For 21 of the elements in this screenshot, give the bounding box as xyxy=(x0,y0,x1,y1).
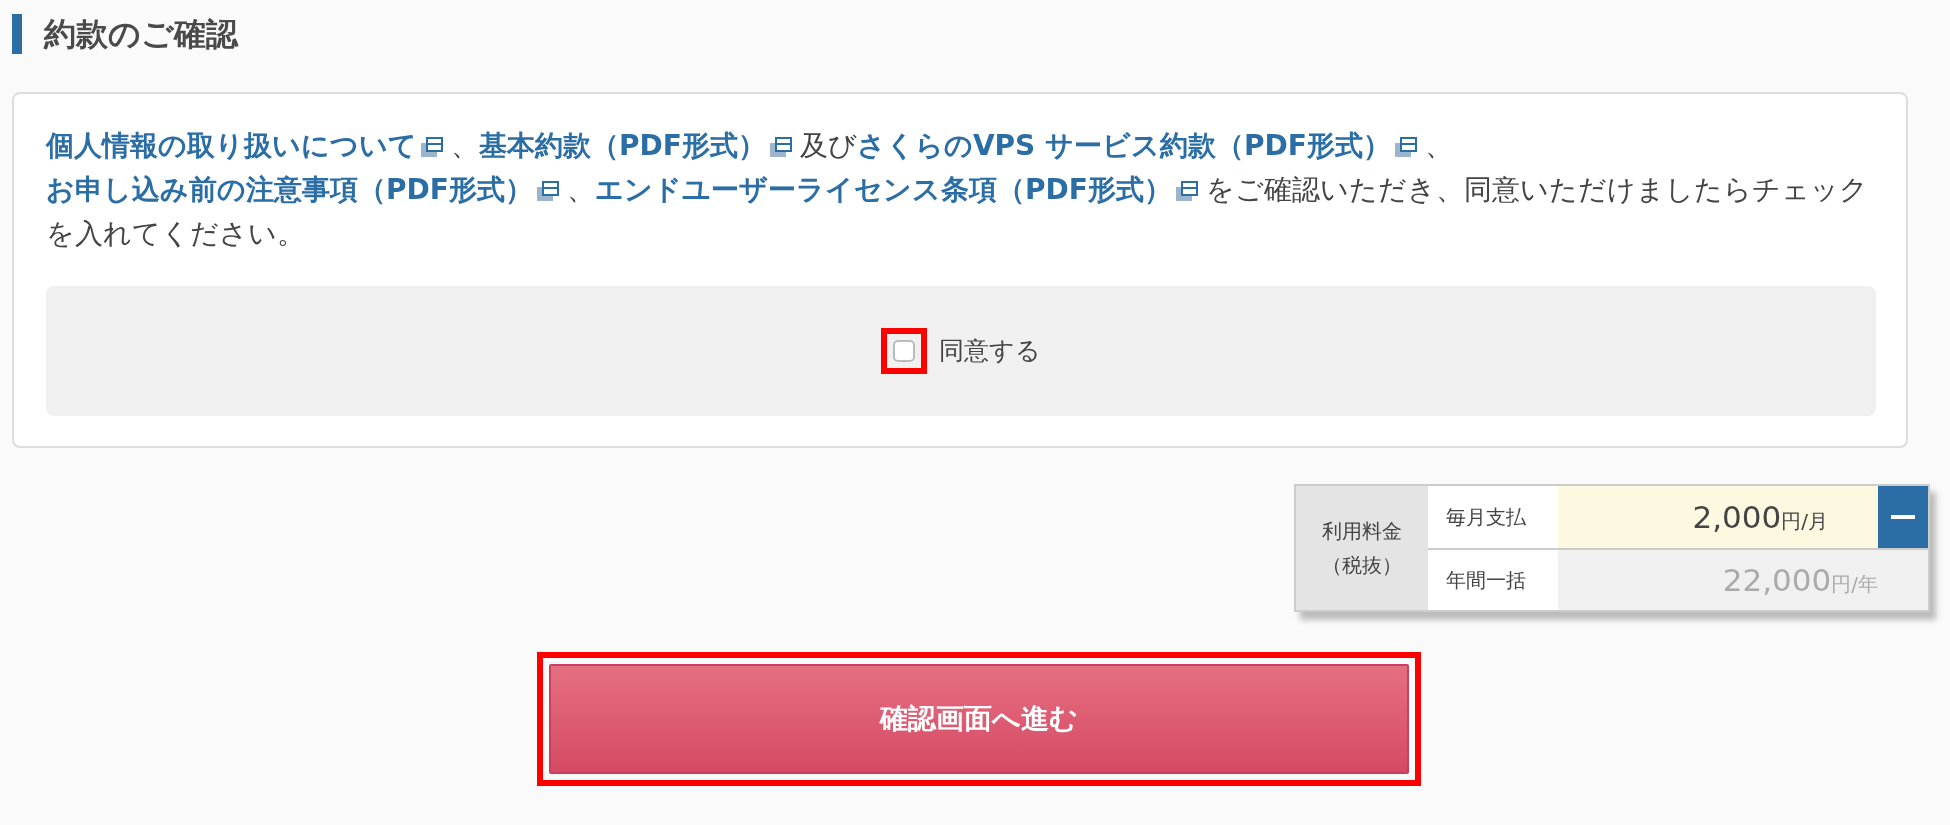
document-link[interactable]: 基本約款（PDF形式） xyxy=(479,129,766,162)
external-link-icon xyxy=(1175,181,1198,201)
minus-icon xyxy=(1891,515,1915,519)
document-link[interactable]: 個人情報の取り扱いについて xyxy=(46,129,417,162)
external-link-icon xyxy=(536,181,559,201)
payment-option[interactable]: 年間一括 xyxy=(1428,550,1558,610)
document-link[interactable]: お申し込み前の注意事項（PDF形式） xyxy=(46,173,533,206)
document-link[interactable]: さくらのVPS サービス約款（PDF形式） xyxy=(856,129,1391,162)
agree-label[interactable]: 同意する xyxy=(939,332,1041,370)
price-label: 利用料金 （税抜） xyxy=(1296,486,1428,610)
collapse-button[interactable] xyxy=(1878,486,1928,548)
payment-option[interactable]: 毎月支払 xyxy=(1428,486,1558,548)
external-link-icon xyxy=(421,137,443,157)
external-link-icon xyxy=(1394,137,1417,157)
external-link-icon xyxy=(769,137,792,157)
price-value: 22,000円/年 xyxy=(1558,550,1928,610)
consent-text: 個人情報の取り扱いについて 、基本約款（PDF形式） 及びさくらのVPS サービス約款（PDF形式） 、 お申し込み前の注意事項（PDF形式） 、エンドユーザーライセンス条項（PDF形式） をご確認いただき、同意いただけましたらチェックを入れてください。 xyxy=(46,128,1869,252)
confirm-button[interactable]: 確認画面へ進む xyxy=(549,664,1409,774)
section-title: 約款のご確認 xyxy=(12,14,1908,54)
agree-checkbox[interactable] xyxy=(893,340,915,362)
document-link[interactable]: エンドユーザーライセンス条項（PDF形式） xyxy=(594,173,1172,206)
